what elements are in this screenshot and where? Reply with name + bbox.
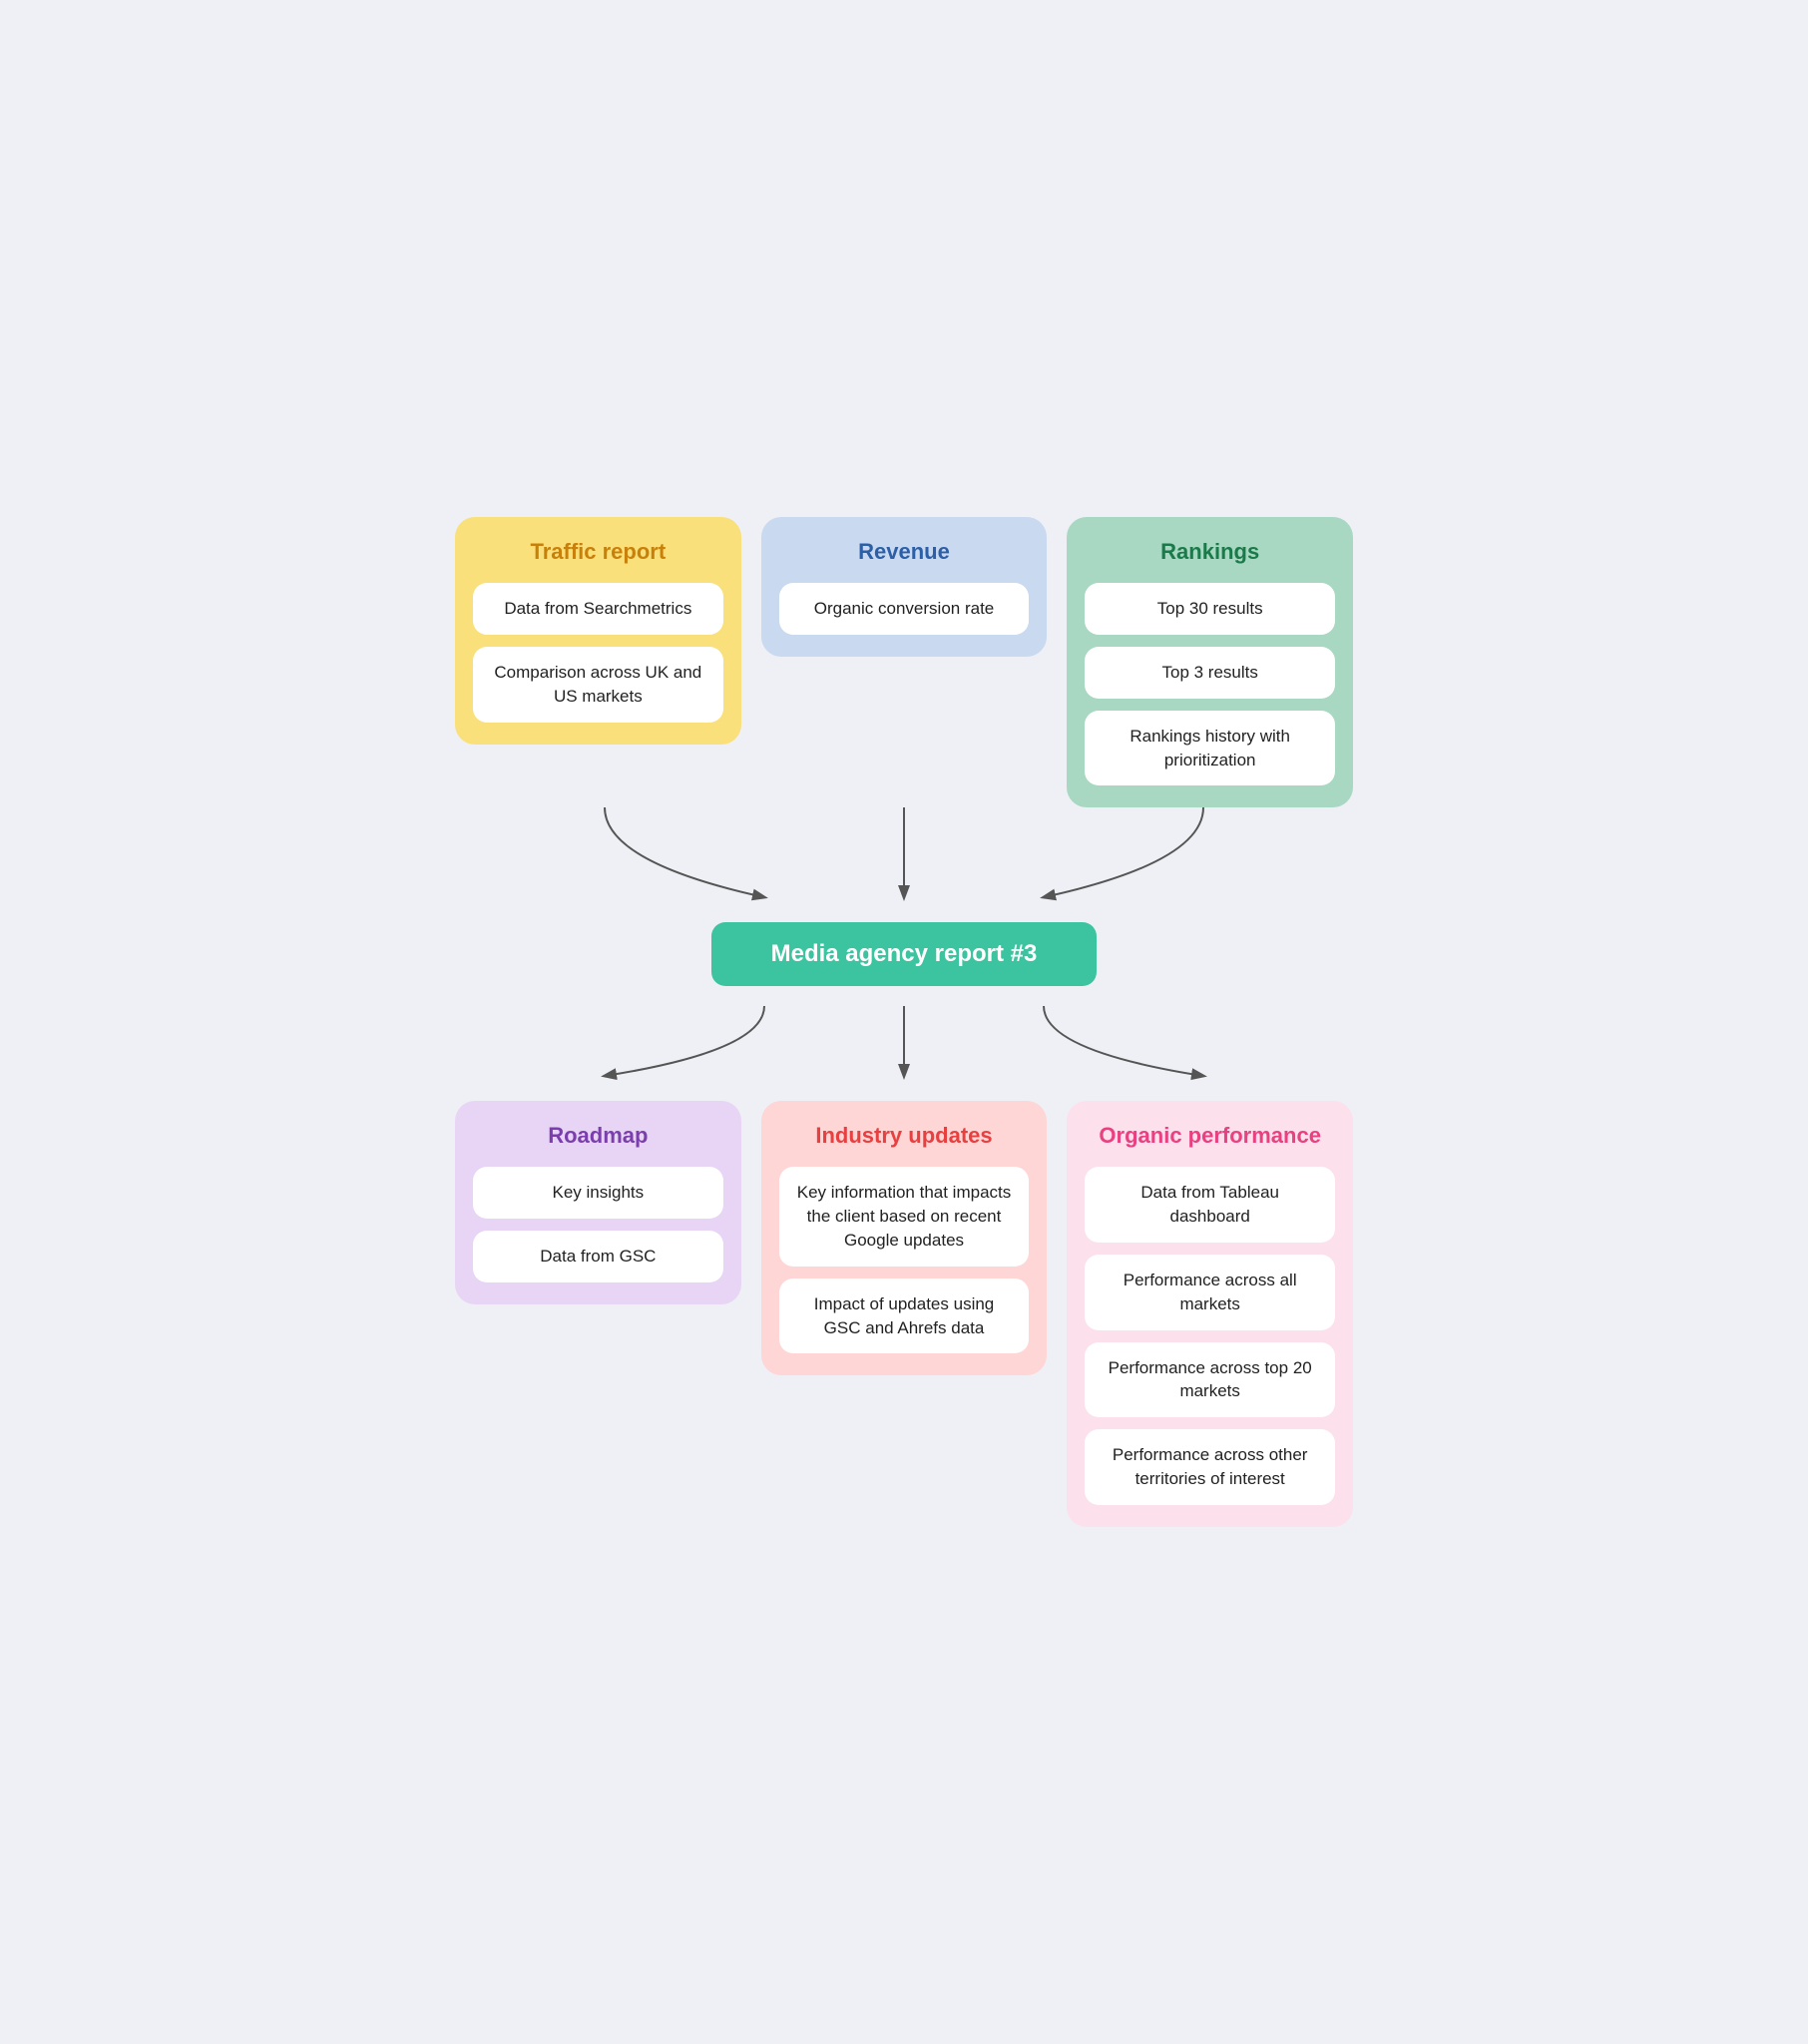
rankings-item-3: Rankings history with prioritization bbox=[1085, 711, 1335, 786]
diagram: Traffic report Data from Searchmetrics C… bbox=[455, 517, 1353, 1527]
roadmap-item-1: Key insights bbox=[473, 1167, 723, 1219]
industry-title: Industry updates bbox=[779, 1123, 1030, 1149]
bottom-row: Roadmap Key insights Data from GSC Indus… bbox=[455, 1101, 1353, 1526]
organic-title: Organic performance bbox=[1085, 1123, 1335, 1149]
revenue-card: Revenue Organic conversion rate bbox=[761, 517, 1048, 657]
traffic-title: Traffic report bbox=[473, 539, 723, 565]
organic-item-2: Performance across all markets bbox=[1085, 1255, 1335, 1330]
revenue-title: Revenue bbox=[779, 539, 1030, 565]
rankings-item-2: Top 3 results bbox=[1085, 647, 1335, 699]
rankings-item-1: Top 30 results bbox=[1085, 583, 1335, 635]
bottom-arrows-svg bbox=[455, 986, 1353, 1096]
rankings-title: Rankings bbox=[1085, 539, 1335, 565]
organic-card: Organic performance Data from Tableau da… bbox=[1067, 1101, 1353, 1526]
revenue-item-1: Organic conversion rate bbox=[779, 583, 1030, 635]
center-wrapper: Media agency report #3 bbox=[455, 922, 1353, 986]
top-arrows-svg bbox=[455, 807, 1353, 917]
traffic-item-2: Comparison across UK and US markets bbox=[473, 647, 723, 723]
top-row: Traffic report Data from Searchmetrics C… bbox=[455, 517, 1353, 807]
industry-item-1: Key information that impacts the client … bbox=[779, 1167, 1030, 1266]
roadmap-card: Roadmap Key insights Data from GSC bbox=[455, 1101, 741, 1304]
organic-item-3: Performance across top 20 markets bbox=[1085, 1342, 1335, 1418]
traffic-card: Traffic report Data from Searchmetrics C… bbox=[455, 517, 741, 744]
organic-item-1: Data from Tableau dashboard bbox=[1085, 1167, 1335, 1243]
traffic-item-1: Data from Searchmetrics bbox=[473, 583, 723, 635]
industry-item-2: Impact of updates using GSC and Ahrefs d… bbox=[779, 1278, 1030, 1354]
rankings-card: Rankings Top 30 results Top 3 results Ra… bbox=[1067, 517, 1353, 807]
roadmap-item-2: Data from GSC bbox=[473, 1231, 723, 1282]
center-node: Media agency report #3 bbox=[711, 922, 1098, 986]
organic-item-4: Performance across other territories of … bbox=[1085, 1429, 1335, 1505]
roadmap-title: Roadmap bbox=[473, 1123, 723, 1149]
industry-card: Industry updates Key information that im… bbox=[761, 1101, 1048, 1375]
